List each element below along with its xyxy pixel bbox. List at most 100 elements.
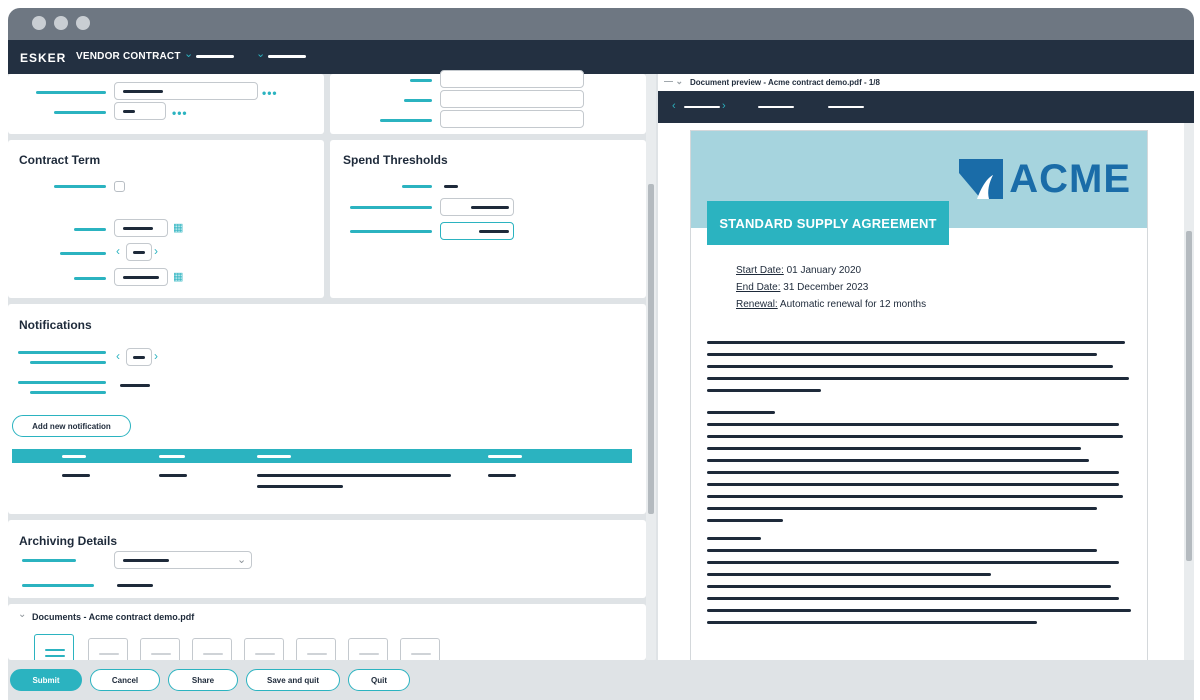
window-maximize-dot[interactable]: [76, 16, 90, 30]
field-label: [350, 230, 432, 233]
collapse-icon[interactable]: — ⌄: [664, 76, 683, 87]
field-label: [18, 351, 106, 354]
text-line: [707, 621, 1037, 624]
submit-button[interactable]: Submit: [10, 669, 82, 691]
field-label: [404, 99, 432, 102]
section-title: Contract Term: [19, 153, 101, 167]
more-dots-icon[interactable]: •••: [172, 107, 188, 119]
contract-term-card: Contract Term ▦ ‹ › ▦: [8, 140, 324, 298]
start-date-value: 01 January 2020: [783, 265, 862, 276]
field-value: [123, 110, 135, 113]
previous-page-icon[interactable]: ‹: [672, 100, 676, 112]
field-label: [22, 584, 94, 587]
preview-title: Document preview - Acme contract demo.pd…: [690, 78, 880, 87]
quit-button[interactable]: Quit: [348, 669, 410, 691]
table-cell: [62, 474, 90, 477]
text-line: [707, 495, 1123, 498]
threshold-field-1[interactable]: [440, 198, 514, 216]
share-button[interactable]: Share: [168, 669, 238, 691]
field-label: [30, 391, 106, 394]
nav-dropdown-label: [268, 55, 306, 58]
text-line: [707, 483, 1119, 486]
toolbar-item[interactable]: [684, 106, 720, 108]
text-line: [707, 519, 783, 522]
field-value: [120, 384, 150, 387]
text-line: [707, 341, 1125, 344]
vendor-code-field[interactable]: [114, 102, 166, 120]
document-line: [151, 653, 171, 655]
section-title: Spend Thresholds: [343, 153, 448, 167]
text-line: [707, 573, 991, 576]
threshold-field-2[interactable]: [440, 222, 514, 240]
more-dots-icon[interactable]: •••: [262, 87, 278, 99]
calendar-icon[interactable]: ▦: [173, 271, 183, 283]
text-line: [707, 507, 1097, 510]
toolbar-item[interactable]: [828, 106, 864, 108]
duration-stepper[interactable]: [126, 243, 152, 261]
notifications-table-header: [12, 449, 632, 463]
document-line: [411, 653, 431, 655]
preview-scrollbar[interactable]: [1184, 123, 1194, 660]
field-label: [54, 185, 106, 188]
start-date-field[interactable]: [114, 219, 168, 237]
acme-logo: ACME: [959, 159, 1131, 199]
notifications-card: Notifications ‹ › Add new notification: [8, 304, 646, 514]
preview-scrollbar-thumb[interactable]: [1186, 231, 1192, 561]
field-value: [123, 276, 159, 279]
start-date-line: Start Date: 01 January 2020: [736, 265, 861, 276]
acme-logo-icon: [959, 159, 1004, 199]
toolbar-item[interactable]: [758, 106, 794, 108]
increment-icon[interactable]: ›: [154, 244, 158, 258]
chevron-down-icon: ⌄: [256, 48, 266, 60]
text-line: [707, 447, 1081, 450]
preview-header: — ⌄ Document preview - Acme contract dem…: [658, 74, 1194, 90]
end-date-label: End Date:: [736, 282, 781, 293]
document-page: ACME STANDARD SUPPLY AGREEMENT Start Dat…: [690, 130, 1148, 660]
decrement-icon[interactable]: ‹: [116, 244, 120, 258]
field-label: [74, 277, 106, 280]
save-and-quit-button[interactable]: Save and quit: [246, 669, 340, 691]
reminder-stepper[interactable]: [126, 348, 152, 366]
chevron-down-icon[interactable]: ⌄: [18, 609, 26, 620]
vendor-field[interactable]: [114, 82, 258, 100]
contract-field-1[interactable]: [440, 70, 584, 88]
field-value: [471, 206, 509, 209]
field-label: [18, 381, 106, 384]
auto-renew-checkbox[interactable]: [114, 181, 125, 192]
contract-field-2[interactable]: [440, 90, 584, 108]
calendar-icon[interactable]: ▦: [173, 222, 183, 234]
action-footer: Submit Cancel Share Save and quit Quit: [8, 660, 1194, 700]
window-minimize-dot[interactable]: [54, 16, 68, 30]
text-line: [707, 435, 1123, 438]
document-line: [255, 653, 275, 655]
increment-icon[interactable]: ›: [154, 349, 158, 363]
document-line: [45, 655, 65, 657]
form-scrollbar[interactable]: [646, 74, 656, 660]
window-close-dot[interactable]: [32, 16, 46, 30]
field-value: [123, 559, 169, 562]
field-label: [30, 361, 106, 364]
contract-field-3[interactable]: [440, 110, 584, 128]
form-scrollbar-thumb[interactable]: [648, 184, 654, 514]
text-line: [707, 423, 1119, 426]
acme-brand-text: ACME: [1009, 157, 1131, 201]
text-line: [707, 471, 1119, 474]
chevron-down-icon: ⌄: [184, 48, 194, 60]
text-line: [707, 411, 775, 414]
cancel-button[interactable]: Cancel: [90, 669, 160, 691]
page-title: VENDOR CONTRACT: [76, 51, 181, 62]
archive-select[interactable]: ⌄: [114, 551, 252, 569]
section-title: Archiving Details: [19, 534, 118, 548]
text-line: [707, 459, 1089, 462]
text-line: [707, 365, 1113, 368]
agreement-title: STANDARD SUPPLY AGREEMENT: [707, 201, 949, 245]
end-date-field[interactable]: [114, 268, 168, 286]
table-cell: [257, 474, 451, 477]
renewal-value: Automatic renewal for 12 months: [777, 299, 927, 310]
next-page-icon[interactable]: ›: [722, 100, 726, 112]
field-value: [133, 251, 145, 254]
add-notification-button[interactable]: Add new notification: [12, 415, 131, 437]
chevron-down-icon: ⌄: [237, 554, 247, 566]
field-label: [380, 119, 432, 122]
decrement-icon[interactable]: ‹: [116, 349, 120, 363]
